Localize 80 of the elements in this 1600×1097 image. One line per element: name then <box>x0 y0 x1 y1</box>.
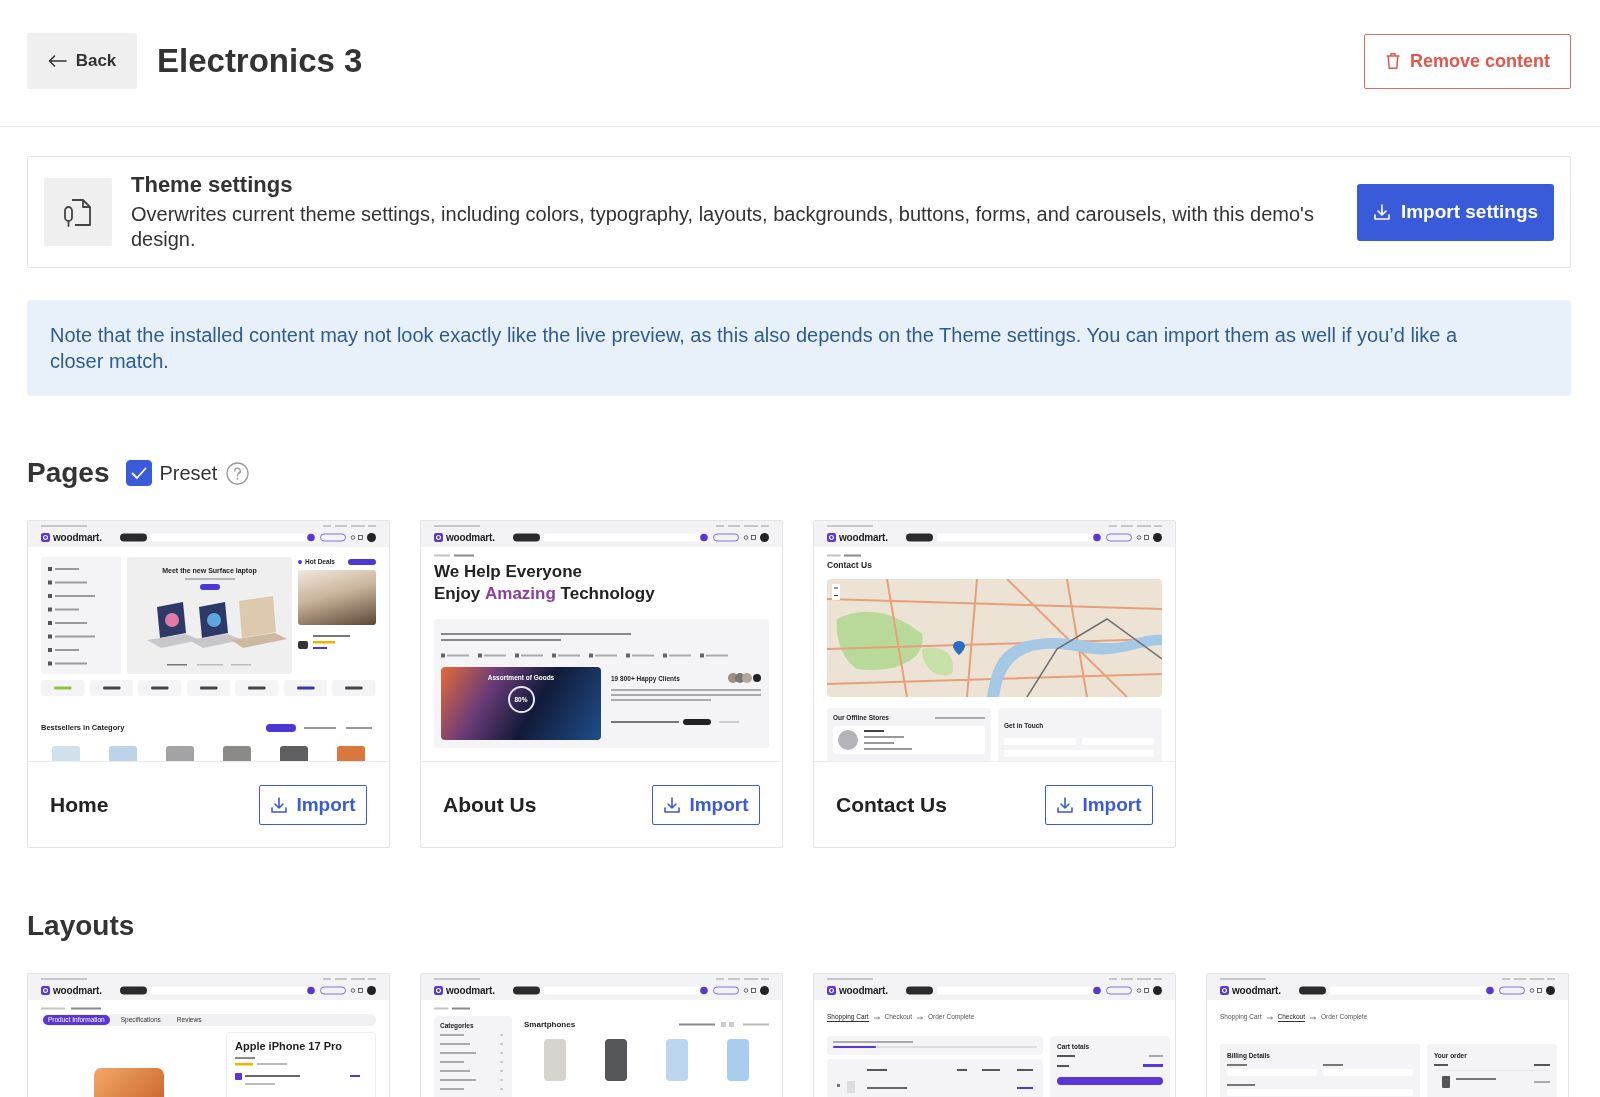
phone-photo <box>336 746 365 761</box>
download-icon <box>270 795 289 814</box>
product-title: Apple iPhone 17 Pro <box>235 1040 343 1053</box>
document-icon <box>44 178 112 246</box>
preset-checkbox[interactable] <box>125 460 152 486</box>
preview-heading: Smartphones <box>524 1020 576 1029</box>
download-icon <box>663 795 682 814</box>
arrow-icon <box>917 1015 924 1020</box>
hours-text-drawing <box>935 716 985 719</box>
preview-heading: Enjoy Amazing Technology <box>434 583 656 605</box>
arrow-left-icon <box>47 55 67 67</box>
brand-logo-tile <box>41 680 85 696</box>
map-pin-icon <box>953 641 965 655</box>
logo-text: woodmart. <box>53 532 102 543</box>
phone-photo <box>222 746 251 761</box>
address-lines-drawing <box>864 730 912 750</box>
phone-photo <box>727 1039 750 1081</box>
phone-photo <box>666 1039 689 1081</box>
remove-content-button[interactable]: Remove content <box>1364 33 1571 89</box>
page-title: Electronics 3 <box>157 42 363 80</box>
checkbox-label: Preset <box>159 461 218 485</box>
arrow-icon <box>873 1015 880 1020</box>
phone-photo <box>543 1039 566 1081</box>
phone-photo <box>166 746 195 761</box>
help-icon[interactable] <box>226 461 250 485</box>
brand-logo-tile <box>283 680 328 696</box>
card-title: Home <box>50 792 109 817</box>
preview-heading: Contact Us <box>827 560 873 570</box>
brand-logo-tile <box>89 680 134 696</box>
brand-logo-tile <box>235 680 279 696</box>
logo-icon <box>434 533 443 542</box>
breadcrumb-drawing <box>827 554 861 557</box>
brand-logo-tile <box>186 680 231 696</box>
trash-icon <box>1385 52 1401 70</box>
info-notice: Note that the installed content may not look exactly like the live preview, as this also depends on the Theme settings. You can import them as well if you’d like a closer match. <box>27 300 1571 396</box>
brand-logo-tile <box>332 680 376 696</box>
import-button[interactable]: Import <box>259 784 367 825</box>
brand-logo-tile <box>138 680 182 696</box>
logo-text: woodmart. <box>839 532 888 543</box>
product-snippet-drawing <box>298 635 350 651</box>
avatar-placeholder <box>838 730 858 750</box>
logo-text: woodmart. <box>53 985 102 996</box>
arrow-icon <box>1310 1015 1317 1020</box>
phone-photo <box>279 746 308 761</box>
section-description: Overwrites current theme settings, including colors, typography, layouts, backgrounds, buttons, forms, and carousels, with this demo's design. <box>131 202 1315 252</box>
arrow-icon <box>1266 1015 1273 1020</box>
breadcrumb-drawing <box>41 1007 101 1010</box>
checkmark-icon <box>130 466 147 480</box>
phone-photo <box>109 746 138 761</box>
section-heading: Layouts <box>27 910 135 942</box>
download-icon <box>1372 203 1391 221</box>
avatar-group-drawing <box>728 673 762 683</box>
logo-icon <box>1220 986 1229 995</box>
logo-text: woodmart. <box>446 985 495 996</box>
dot-icon <box>298 559 302 564</box>
preview-heading: We Help Everyone <box>434 561 584 583</box>
zoom-controls-drawing <box>832 584 840 600</box>
import-button[interactable]: Import <box>1045 784 1153 825</box>
phone-photo <box>52 746 81 761</box>
logo-icon <box>41 533 50 542</box>
section-title: Theme settings <box>131 172 294 198</box>
section-heading: Pages <box>27 457 110 489</box>
breadcrumb-drawing <box>434 1007 470 1010</box>
logo-text: woodmart. <box>1232 985 1281 996</box>
logo-text: woodmart. <box>446 532 495 543</box>
back-button[interactable]: Back <box>27 33 137 89</box>
import-settings-button[interactable]: Import settings <box>1357 183 1554 241</box>
logo-icon <box>434 986 443 995</box>
breadcrumb-drawing <box>434 554 474 557</box>
phone-photo <box>93 1068 164 1097</box>
logo-text: woodmart. <box>839 985 888 996</box>
phone-photo <box>604 1039 627 1081</box>
logo-icon <box>41 986 50 995</box>
import-button[interactable]: Import <box>652 784 760 825</box>
countdown-drawing <box>348 558 376 565</box>
download-icon <box>1056 795 1075 814</box>
logo-icon <box>827 986 836 995</box>
card-title: About Us <box>443 792 537 817</box>
card-title: Contact Us <box>836 792 947 817</box>
logo-icon <box>827 533 836 542</box>
